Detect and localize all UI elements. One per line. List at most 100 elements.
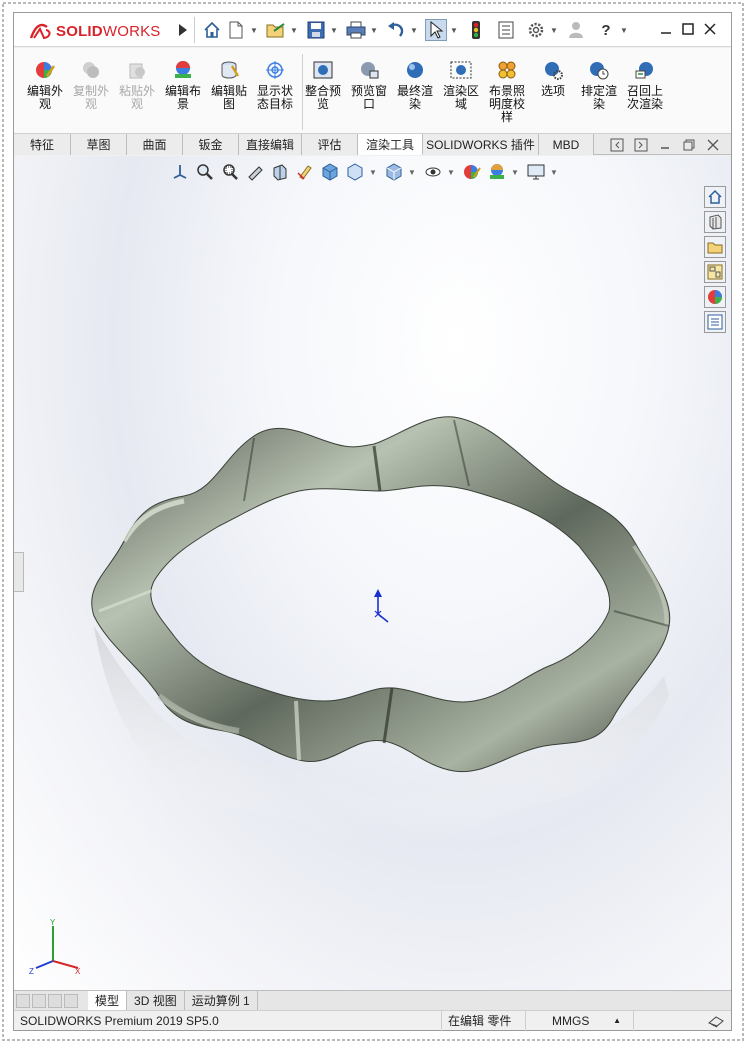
tab-model[interactable]: 模型 — [88, 991, 128, 1010]
print-button[interactable] — [345, 19, 367, 41]
edit-decal-label: 编辑贴图 — [210, 84, 247, 111]
preview-window-button[interactable]: 预览窗口 — [347, 60, 391, 111]
units-up-arrow-icon: ▲ — [613, 1016, 621, 1025]
edit-decal-icon — [221, 61, 240, 79]
tile-left-button[interactable] — [607, 135, 627, 155]
open-button[interactable] — [265, 19, 287, 41]
tab-motion-study[interactable]: 运动算例 1 — [185, 991, 258, 1010]
rebuild-button[interactable] — [465, 19, 487, 41]
display-state-target-icon — [266, 61, 284, 79]
doc-restore-button[interactable] — [679, 135, 699, 155]
next-tab-button[interactable] — [48, 993, 62, 1008]
render-region-button[interactable]: 渲染区域 — [439, 60, 483, 111]
new-dropdown[interactable]: ▼ — [249, 19, 259, 41]
edit-appearance-button[interactable]: 编辑外观 — [23, 60, 67, 111]
undo-button[interactable] — [385, 19, 407, 41]
edit-scene-label: 编辑布景 — [164, 84, 201, 111]
tab-3d-views[interactable]: 3D 视图 — [127, 991, 185, 1010]
tab-solidworks-addins[interactable]: SOLIDWORKS 插件 — [423, 134, 539, 155]
select-dropdown[interactable]: ▼ — [449, 19, 459, 41]
open-folder-icon — [266, 23, 285, 38]
doc-minimize-button[interactable] — [655, 135, 675, 155]
options-button[interactable] — [525, 19, 547, 41]
display-state-target-label: 显示状态目标 — [256, 84, 293, 111]
edit-decal-button[interactable]: 编辑贴图 — [207, 60, 251, 111]
coordinate-triad: Y X Z — [29, 918, 81, 976]
save-dropdown[interactable]: ▼ — [329, 19, 339, 41]
options-dropdown[interactable]: ▼ — [549, 19, 559, 41]
select-arrow-icon — [430, 21, 444, 39]
triad-y-label: Y — [50, 918, 56, 927]
home-button[interactable] — [201, 19, 223, 41]
recall-last-render-button[interactable]: 召回上次渲染 — [623, 60, 667, 111]
schedule-render-label: 排定渲染 — [580, 84, 617, 111]
paste-appearance-button[interactable]: 粘贴外观 — [115, 60, 159, 111]
prev-tab-button[interactable] — [32, 993, 46, 1008]
status-version: SOLIDWORKS Premium 2019 SP5.0 — [14, 1010, 442, 1031]
graphics-area[interactable]: ▼ ▼ ▼ ▼ ▼ Y X Z — [14, 156, 731, 990]
quick-tips-button[interactable] — [701, 1011, 731, 1031]
doc-close-button[interactable] — [703, 135, 723, 155]
triad-z-label: Z — [29, 967, 34, 976]
minimize-button[interactable] — [655, 19, 677, 39]
help-button[interactable]: ? — [595, 19, 617, 41]
tab-features[interactable]: 特征 — [14, 134, 71, 155]
scene-illumination-proof-label: 布景照明度校样 — [488, 84, 525, 124]
status-edit-mode: 在编辑 零件 — [442, 1010, 526, 1031]
triad-x-label: X — [75, 967, 81, 976]
copy-appearance-button[interactable]: 复制外观 — [69, 60, 113, 111]
close-button[interactable] — [699, 19, 721, 39]
maximize-button[interactable] — [677, 19, 699, 39]
scene-illumination-proof-icon — [498, 61, 516, 79]
solidworks-window: SOLIDWORKS ▼ ▼ ▼ ▼ ▼ ▼ ▼ ? ▼ 编辑外观 复制外观 粘… — [13, 12, 732, 1031]
menu-expand-button[interactable] — [174, 20, 192, 40]
integrated-preview-button[interactable]: 整合预览 — [301, 60, 345, 111]
file-properties-button[interactable] — [495, 19, 517, 41]
print-dropdown[interactable]: ▼ — [369, 19, 379, 41]
preview-window-icon — [361, 62, 379, 79]
final-render-label: 最终渲染 — [396, 84, 433, 111]
minimize-icon — [661, 32, 671, 34]
tile-right-icon — [634, 138, 648, 152]
help-dropdown[interactable]: ▼ — [619, 19, 629, 41]
select-button[interactable] — [425, 19, 447, 41]
user-button[interactable] — [565, 19, 587, 41]
print-icon — [346, 21, 366, 39]
options-render-label: 选项 — [540, 84, 565, 98]
save-button[interactable] — [305, 19, 327, 41]
title-bar: SOLIDWORKS ▼ ▼ ▼ ▼ ▼ ▼ ▼ ? ▼ — [14, 13, 731, 47]
open-dropdown[interactable]: ▼ — [289, 19, 299, 41]
schedule-render-button[interactable]: 排定渲染 — [577, 60, 621, 111]
tab-surfaces[interactable]: 曲面 — [127, 134, 183, 155]
quick-tips-icon — [708, 1015, 724, 1027]
tab-render-tools[interactable]: 渲染工具 — [358, 134, 423, 155]
status-bar: SOLIDWORKS Premium 2019 SP5.0 在编辑 零件 MMG… — [14, 1010, 731, 1031]
paste-appearance-icon — [129, 63, 145, 79]
display-state-target-button[interactable]: 显示状态目标 — [253, 60, 297, 111]
tab-mbd[interactable]: MBD — [539, 134, 594, 155]
first-tab-button[interactable] — [16, 993, 30, 1008]
units-selector[interactable]: MMGS ▲ — [526, 1010, 634, 1031]
options-render-button[interactable]: 选项 — [531, 60, 575, 98]
options-gear-icon — [528, 22, 544, 38]
home-icon — [204, 21, 220, 38]
tab-sketch[interactable]: 草图 — [71, 134, 127, 155]
tab-sheet-metal[interactable]: 钣金 — [183, 134, 239, 155]
tab-evaluate[interactable]: 评估 — [302, 134, 358, 155]
new-document-button[interactable] — [225, 19, 247, 41]
copy-appearance-label: 复制外观 — [72, 84, 109, 111]
last-tab-button[interactable] — [64, 993, 78, 1008]
scene-illumination-proof-button[interactable]: 布景照明度校样 — [485, 60, 529, 124]
brand-name: SOLIDWORKS — [56, 22, 161, 40]
final-render-button[interactable]: 最终渲染 — [393, 60, 437, 111]
tile-right-button[interactable] — [631, 135, 651, 155]
integrated-preview-label: 整合预览 — [304, 84, 341, 111]
edit-scene-button[interactable]: 编辑布景 — [161, 60, 205, 111]
tile-left-icon — [610, 138, 624, 152]
tab-direct-editing[interactable]: 直接编辑 — [239, 134, 302, 155]
solidworks-logo: SOLIDWORKS — [28, 21, 161, 41]
undo-dropdown[interactable]: ▼ — [409, 19, 419, 41]
copy-appearance-icon — [83, 62, 99, 78]
window-controls — [655, 19, 721, 39]
undo-icon — [388, 22, 404, 37]
